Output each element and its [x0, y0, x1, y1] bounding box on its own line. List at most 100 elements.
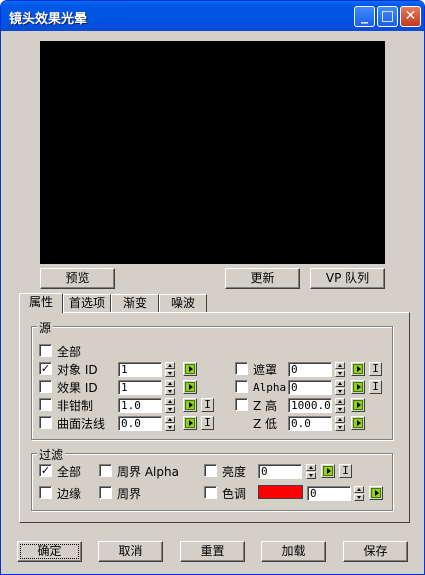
filter-group [31, 453, 393, 511]
tab-preferences[interactable]: 首选项 [63, 294, 111, 312]
mask-checkbox[interactable] [235, 362, 248, 375]
spin-up-icon[interactable] [165, 362, 175, 369]
close-button[interactable]: ✕ [400, 6, 421, 27]
brightness-input[interactable]: 0 [258, 464, 302, 479]
maximize-icon: □ [380, 8, 395, 24]
z-hi-map-button[interactable] [351, 398, 365, 412]
spin-down-icon[interactable] [335, 388, 345, 395]
effect-id-spinner[interactable] [165, 380, 175, 395]
object-id-map-button[interactable] [183, 362, 197, 376]
surface-normal-invert-button[interactable]: I [201, 416, 214, 430]
filter-group-label: 过滤 [37, 446, 66, 463]
alpha-spinner[interactable] [335, 380, 345, 395]
effect-id-map-button[interactable] [183, 380, 197, 394]
object-id-spinner[interactable] [165, 362, 175, 377]
spin-up-icon[interactable] [354, 486, 364, 493]
spin-down-icon[interactable] [306, 472, 316, 479]
surface-normal-spinner[interactable] [165, 416, 175, 431]
unclamped-invert-button[interactable]: I [201, 398, 214, 412]
edge-checkbox[interactable] [39, 486, 52, 499]
cancel-button[interactable]: 取消 [98, 541, 163, 562]
spin-up-icon[interactable] [335, 380, 345, 387]
z-hi-input[interactable]: 1000.0 [288, 398, 332, 413]
mask-spinner[interactable] [335, 362, 345, 377]
play-map-icon [353, 400, 363, 410]
filter-all-checkbox[interactable]: ✓ [39, 464, 52, 477]
hue-input[interactable]: 0 [307, 486, 351, 501]
edge-label: 边缘 [57, 487, 82, 501]
unclamped-checkbox[interactable] [39, 398, 52, 411]
save-button[interactable]: 保存 [343, 541, 408, 562]
unclamped-input[interactable]: 1.0 [118, 398, 162, 413]
spin-up-icon[interactable] [335, 416, 345, 423]
vp-queue-button[interactable]: VP 队列 [310, 268, 385, 289]
object-id-checkbox[interactable]: ✓ [39, 362, 52, 375]
hue-spinner[interactable] [354, 486, 364, 501]
load-button[interactable]: 加载 [261, 541, 326, 562]
alpha-checkbox[interactable] [235, 380, 248, 393]
perimeter-checkbox[interactable] [99, 486, 112, 499]
brightness-invert-button[interactable]: I [339, 464, 352, 478]
z-lo-map-button[interactable] [351, 416, 365, 430]
tab-properties[interactable]: 属性 [19, 293, 63, 313]
surface-normal-input[interactable]: 0.0 [118, 416, 162, 431]
brightness-checkbox[interactable] [204, 464, 217, 477]
object-id-input[interactable]: 1 [118, 362, 162, 377]
ok-button[interactable]: 确定 [17, 541, 82, 562]
spin-down-icon[interactable] [354, 494, 364, 501]
alpha-input[interactable]: 0 [288, 380, 332, 395]
reset-button[interactable]: 重置 [180, 541, 245, 562]
effect-id-input[interactable]: 1 [118, 380, 162, 395]
z-lo-spinner[interactable] [335, 416, 345, 431]
spin-down-icon[interactable] [165, 424, 175, 431]
spin-down-icon[interactable] [335, 424, 345, 431]
update-button[interactable]: 更新 [225, 268, 300, 289]
spin-down-icon[interactable] [165, 406, 175, 413]
tab-noise[interactable]: 噪波 [159, 294, 207, 312]
spin-up-icon[interactable] [306, 464, 316, 471]
spin-up-icon[interactable] [165, 380, 175, 387]
z-lo-input[interactable]: 0.0 [288, 416, 332, 431]
surface-normal-map-button[interactable] [183, 416, 197, 430]
filter-all-label: 全部 [57, 465, 82, 479]
lens-effects-glow-dialog: 镜头效果光晕 _ □ ✕ 预览 更新 VP 队列 属性 首选项 渐变 噪波 源 … [0, 0, 425, 575]
title-bar[interactable]: 镜头效果光晕 _ □ ✕ [1, 1, 424, 31]
spin-up-icon[interactable] [165, 416, 175, 423]
z-lo-label: Z 低 [253, 417, 278, 431]
spin-down-icon[interactable] [165, 388, 175, 395]
brightness-map-button[interactable] [321, 464, 335, 478]
spin-up-icon[interactable] [165, 398, 175, 405]
z-hi-checkbox[interactable] [235, 398, 248, 411]
hue-color-swatch[interactable] [258, 485, 303, 499]
unclamped-spinner[interactable] [165, 398, 175, 413]
mask-invert-button[interactable]: I [369, 362, 382, 376]
alpha-invert-button[interactable]: I [369, 380, 382, 394]
spin-down-icon[interactable] [335, 406, 345, 413]
spin-down-icon[interactable] [335, 370, 345, 377]
tab-gradients[interactable]: 渐变 [111, 294, 159, 312]
preview-button[interactable]: 预览 [40, 268, 115, 289]
play-map-icon [353, 364, 363, 374]
minimize-button[interactable]: _ [354, 6, 375, 27]
mask-input[interactable]: 0 [288, 362, 332, 377]
brightness-label: 亮度 [222, 465, 247, 479]
alpha-map-button[interactable] [351, 380, 365, 394]
minimize-icon: _ [361, 8, 368, 24]
spin-up-icon[interactable] [335, 398, 345, 405]
hue-map-button[interactable] [369, 486, 383, 500]
object-id-label: 对象 ID [57, 363, 98, 377]
perimeter-alpha-checkbox[interactable] [99, 464, 112, 477]
check-icon: ✓ [40, 464, 51, 477]
spin-up-icon[interactable] [335, 362, 345, 369]
effect-id-checkbox[interactable] [39, 380, 52, 393]
surface-normal-checkbox[interactable] [39, 416, 52, 429]
z-hi-spinner[interactable] [335, 398, 345, 413]
mask-label: 遮罩 [253, 363, 278, 377]
spin-down-icon[interactable] [165, 370, 175, 377]
unclamped-map-button[interactable] [183, 398, 197, 412]
hue-checkbox[interactable] [204, 486, 217, 499]
mask-map-button[interactable] [351, 362, 365, 376]
maximize-button[interactable]: □ [377, 6, 398, 27]
source-all-checkbox[interactable] [39, 344, 52, 357]
brightness-spinner[interactable] [306, 464, 316, 479]
